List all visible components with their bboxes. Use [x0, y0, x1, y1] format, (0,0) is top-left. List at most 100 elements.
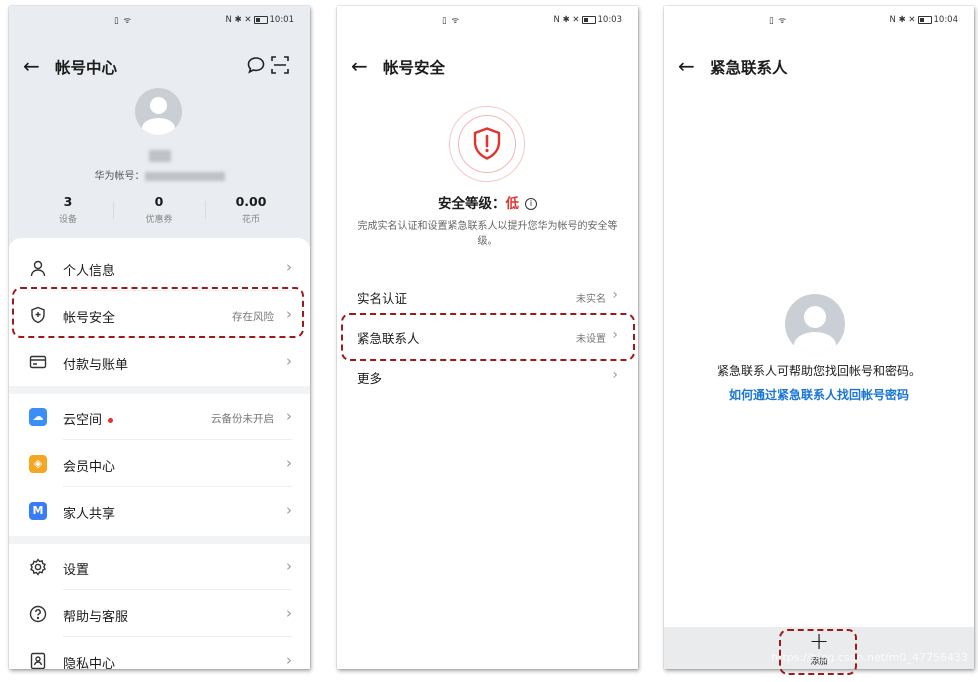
username-redacted: [9, 145, 310, 164]
menu-group-services: ☁ 云空间 云备份未开启 › ◈ 会员中心 › M 家人共享 ›: [9, 394, 310, 536]
stat-value: 0: [154, 194, 164, 209]
row-real-name[interactable]: 实名认证 未实名 ›: [337, 276, 638, 316]
menu-item-personal-info[interactable]: 个人信息 ›: [9, 245, 310, 291]
page-title: 紧急联系人: [710, 59, 788, 77]
back-arrow-icon[interactable]: ←: [678, 56, 695, 76]
contact-placeholder-avatar: [785, 294, 845, 354]
menu-item-label: 云空间: [63, 413, 103, 428]
status-icons: N ✱ ✕: [553, 15, 580, 25]
security-description: 完成实名认证和设置紧急联系人以提升您华为帐号的安全等级。: [357, 221, 618, 247]
privacy-icon: [29, 652, 47, 669]
avatar[interactable]: [135, 88, 182, 135]
security-level-label: 安全等级：: [438, 196, 506, 212]
backup-status: 云备份未开启: [211, 413, 274, 425]
chevron-right-icon: ›: [286, 258, 292, 276]
status-time: 10:01: [269, 15, 295, 25]
page-title: 帐号安全: [383, 59, 446, 77]
highlight-account-security: [12, 287, 304, 338]
security-status-inner-ring: [458, 115, 516, 173]
battery-icon: [253, 15, 268, 24]
diamond-icon: ◈: [29, 455, 47, 473]
app-header: ← 紧急联系人: [664, 50, 974, 90]
status-left-icons: ▯ ᯤ: [114, 16, 133, 26]
app-header: ← 帐号中心: [9, 50, 310, 90]
row-label: 更多: [357, 371, 383, 386]
stat-value: 3: [63, 194, 73, 209]
family-icon: M: [29, 502, 47, 520]
stat-value: 0.00: [235, 194, 267, 209]
stat-label: 优惠券: [145, 215, 173, 225]
menu-item-privacy[interactable]: 隐私中心 ›: [9, 638, 310, 669]
menu-item-cloud[interactable]: ☁ 云空间 云备份未开启 ›: [9, 394, 310, 440]
status-right: N ✱ ✕ 10:03: [553, 15, 622, 25]
stat-label: 花币: [241, 215, 260, 225]
battery-icon: [581, 15, 596, 24]
info-icon[interactable]: i: [525, 198, 537, 210]
cloud-icon: ☁: [29, 408, 47, 426]
account-id-label: 华为帐号：: [94, 171, 145, 182]
stat-label: 设备: [58, 215, 77, 225]
account-id-row: 华为帐号：: [9, 167, 310, 182]
row-value: 未实名: [576, 294, 606, 305]
user-icon: [29, 259, 47, 277]
security-level: 安全等级：低 i: [337, 192, 638, 212]
status-icons: N ✱ ✕: [225, 15, 252, 25]
chevron-right-icon: ›: [286, 352, 292, 370]
status-time: 10:03: [597, 15, 623, 25]
menu-item-label: 家人共享: [63, 507, 116, 522]
menu-item-payment[interactable]: 付款与账单 ›: [9, 339, 310, 385]
battery-icon: [917, 15, 932, 24]
highlight-emergency-contact: [341, 313, 635, 361]
status-left-icons: ▯ ᯤ: [769, 16, 788, 26]
menu-item-label: 隐私中心: [63, 657, 116, 669]
app-header: ← 帐号安全: [337, 50, 638, 90]
status-left-icons: ▯ ᯤ: [442, 16, 461, 26]
menu-group-general: 设置 › 帮助与客服 › 隐私中心 ›: [9, 544, 310, 669]
chevron-right-icon: ›: [612, 287, 618, 303]
back-arrow-icon[interactable]: ←: [23, 56, 40, 76]
row-more[interactable]: 更多 ›: [337, 356, 638, 396]
scan-icon[interactable]: [270, 55, 290, 80]
menu-item-label: 会员中心: [63, 460, 116, 475]
menu-item-family-sharing[interactable]: M 家人共享 ›: [9, 488, 310, 534]
page-title: 帐号中心: [55, 59, 118, 77]
menu-item-label: 付款与账单: [63, 358, 129, 373]
help-link[interactable]: 如何通过紧急联系人找回帐号密码: [664, 386, 974, 403]
warning-shield-icon: [472, 127, 502, 165]
status-bar: ▯ ᯤ N ✱ ✕ 10:01: [9, 6, 310, 32]
menu-item-label-wrap: 云空间: [63, 409, 114, 428]
chevron-right-icon: ›: [286, 407, 292, 425]
status-bar: ▯ ᯤ N ✱ ✕ 10:03: [337, 6, 638, 32]
menu-item-label: 个人信息: [63, 264, 116, 279]
stat-devices[interactable]: 3 设备: [28, 194, 108, 225]
chevron-right-icon: ›: [612, 367, 618, 383]
chevron-right-icon: ›: [286, 604, 292, 622]
menu-item-label: 设置: [63, 563, 90, 578]
menu-item-help[interactable]: 帮助与客服 ›: [9, 591, 310, 637]
status-right: N ✱ ✕ 10:04: [889, 15, 958, 25]
gear-icon: [29, 558, 47, 576]
menu-item-membership[interactable]: ◈ 会员中心 ›: [9, 441, 310, 487]
help-icon: [29, 605, 47, 623]
menu-item-label: 帮助与客服: [63, 610, 129, 625]
stat-coins[interactable]: 0.00 花币: [211, 194, 291, 225]
highlight-add-button: [779, 629, 857, 675]
status-time: 10:04: [933, 15, 959, 25]
chevron-right-icon: ›: [286, 557, 292, 575]
empty-state-text: 紧急联系人可帮助您找回帐号和密码。: [716, 364, 921, 378]
security-status-ring: [449, 106, 525, 182]
card-icon: [29, 353, 47, 371]
chevron-right-icon: ›: [286, 651, 292, 669]
back-arrow-icon[interactable]: ←: [351, 56, 368, 76]
security-level-value: 低: [505, 196, 520, 212]
notification-dot: [108, 418, 114, 423]
chevron-right-icon: ›: [286, 454, 292, 472]
menu-item-settings[interactable]: 设置 ›: [9, 544, 310, 590]
stat-coupons[interactable]: 0 优惠券: [119, 194, 199, 225]
status-icons: N ✱ ✕: [889, 15, 916, 25]
message-icon[interactable]: [246, 55, 266, 80]
chevron-right-icon: ›: [286, 501, 292, 519]
emergency-contact-screen: ▯ ᯤ N ✱ ✕ 10:04 ← 紧急联系人 紧急联系人可帮助您找回帐号和密码。…: [664, 6, 974, 669]
status-bar: ▯ ᯤ N ✱ ✕ 10:04: [664, 6, 974, 32]
row-label: 实名认证: [357, 291, 408, 306]
